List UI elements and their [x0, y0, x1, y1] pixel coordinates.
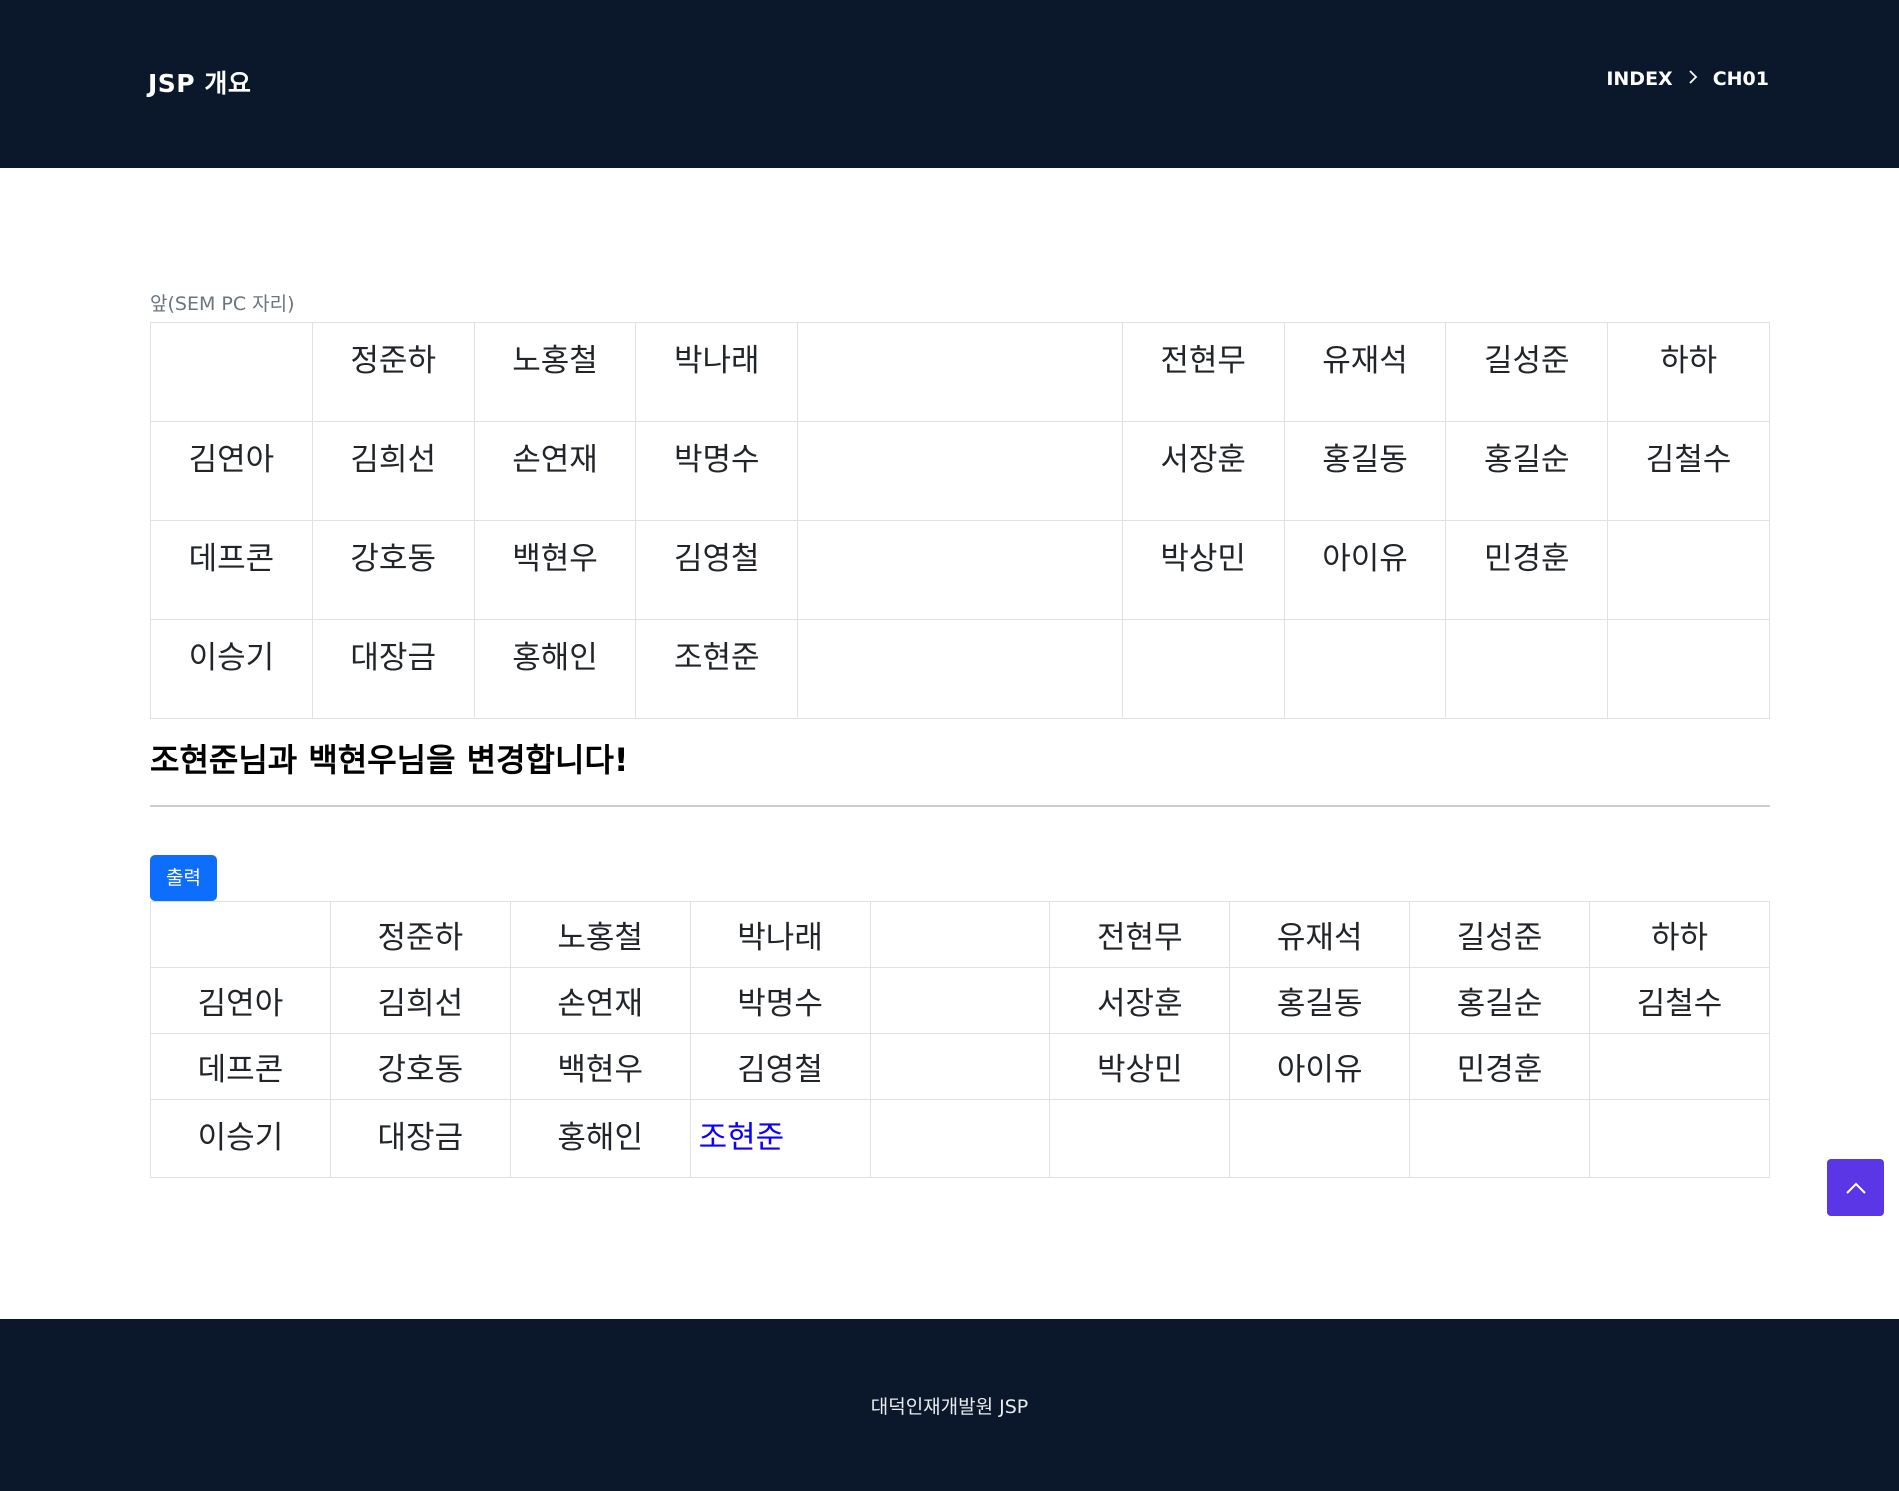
- table-row: 김연아 김희선 손연재 박명수 서장훈 홍길동 홍길순 김철수: [150, 967, 1770, 1034]
- seat-aisle: [797, 520, 1123, 620]
- seat-cell: 박명수: [635, 421, 799, 521]
- seat-cell: [1229, 1099, 1411, 1178]
- seat-cell: 김철수: [1589, 967, 1770, 1034]
- seat-cell: [1409, 1099, 1590, 1178]
- seat-cell: 하하: [1589, 901, 1770, 968]
- seat-aisle: [869, 1099, 1051, 1178]
- seat-cell: [1445, 619, 1609, 719]
- seat-cell: [1121, 619, 1285, 719]
- seat-cell: 김연아: [150, 421, 313, 521]
- seat-cell: 길성준: [1409, 901, 1590, 968]
- seat-cell: [150, 322, 313, 422]
- seat-cell: 홍길동: [1283, 421, 1447, 521]
- seat-cell: [1589, 1099, 1770, 1178]
- seat-aisle: [869, 967, 1051, 1034]
- seat-cell: 김희선: [329, 967, 511, 1034]
- seat-cell: 서장훈: [1049, 967, 1231, 1034]
- seat-cell: [1283, 619, 1447, 719]
- seat-cell: 노홍철: [473, 322, 637, 422]
- seat-cell: 대장금: [329, 1099, 511, 1178]
- seat-aisle: [869, 901, 1051, 968]
- seat-cell: 이승기: [150, 619, 313, 719]
- seat-cell: 민경훈: [1409, 1033, 1590, 1100]
- seat-cell: 전현무: [1049, 901, 1231, 968]
- site-title[interactable]: JSP 개요: [148, 64, 251, 100]
- seat-cell: 박나래: [635, 322, 799, 422]
- seat-cell: 김영철: [689, 1033, 871, 1100]
- seat-cell: 아이유: [1229, 1033, 1411, 1100]
- seat-front-label: 앞(SEM PC 자리): [150, 293, 295, 315]
- seat-aisle: [797, 619, 1123, 719]
- seat-cell: 조현준: [635, 619, 799, 719]
- seat-cell: [1049, 1099, 1231, 1178]
- breadcrumb: INDEX CH01: [1606, 68, 1769, 90]
- footer-text: 대덕인재개발원 JSP: [870, 1395, 1029, 1418]
- table-row: 김연아 김희선 손연재 박명수 서장훈 홍길동 홍길순 김철수: [150, 421, 1770, 521]
- seating-table-after: 정준하 노홍철 박나래 전현무 유재석 길성준 하하김연아 김희선 손연재 박명수 서장훈 홍길동 홍길…: [150, 901, 1770, 1178]
- seat-cell: 아이유: [1283, 520, 1447, 620]
- breadcrumb-index[interactable]: INDEX: [1606, 68, 1672, 90]
- seat-cell: 백현우: [509, 1033, 691, 1100]
- seat-cell: 데프콘: [150, 520, 313, 620]
- seat-aisle: [797, 322, 1123, 422]
- table-row: 데프콘 강호동 백현우 김영철 박상민 아이유 민경훈: [150, 1033, 1770, 1100]
- seat-cell: 정준하: [311, 322, 475, 422]
- seat-cell: 홍길동: [1229, 967, 1411, 1034]
- swap-notice: 조현준님과 백현우님을 변경합니다!: [150, 741, 629, 779]
- seat-cell: [1607, 520, 1770, 620]
- table-row: 정준하 노홍철 박나래 전현무 유재석 길성준 하하: [150, 322, 1770, 422]
- seat-cell: 김영철: [635, 520, 799, 620]
- seat-cell: 박상민: [1049, 1033, 1231, 1100]
- seat-cell: 홍길순: [1445, 421, 1609, 521]
- divider: [150, 805, 1770, 807]
- seat-cell: [1589, 1033, 1770, 1100]
- seat-cell: 김연아: [150, 967, 331, 1034]
- chevron-up-icon: [1845, 1182, 1866, 1194]
- seat-cell: 김철수: [1607, 421, 1770, 521]
- seat-cell: 김희선: [311, 421, 475, 521]
- seat-cell: 하하: [1607, 322, 1770, 422]
- seat-cell: [150, 901, 331, 968]
- seat-cell: 민경훈: [1445, 520, 1609, 620]
- seat-cell: 손연재: [473, 421, 637, 521]
- seat-cell: 손연재: [509, 967, 691, 1034]
- table-row: 이승기 대장금 홍해인 조현준: [150, 619, 1770, 719]
- seat-cell: 유재석: [1229, 901, 1411, 968]
- chevron-right-icon: [1687, 69, 1699, 90]
- seat-cell: 홍해인: [473, 619, 637, 719]
- seat-cell: 이승기: [150, 1099, 331, 1178]
- seat-cell: 박상민: [1121, 520, 1285, 620]
- seat-cell: 정준하: [329, 901, 511, 968]
- seating-table-before: 정준하 노홍철 박나래 전현무 유재석 길성준 하하김연아 김희선 손연재 박명수 서장훈 홍길동 홍길…: [150, 322, 1770, 719]
- seat-cell: 노홍철: [509, 901, 691, 968]
- seat-cell: 서장훈: [1121, 421, 1285, 521]
- seat-cell: 강호동: [329, 1033, 511, 1100]
- seat-aisle: [869, 1033, 1051, 1100]
- seat-cell: 유재석: [1283, 322, 1447, 422]
- table-row: 이승기 대장금 홍해인 조현준: [150, 1099, 1770, 1178]
- site-footer: 대덕인재개발원 JSP: [0, 1319, 1899, 1491]
- seat-cell: 백현우: [473, 520, 637, 620]
- table-row: 정준하 노홍철 박나래 전현무 유재석 길성준 하하: [150, 901, 1770, 968]
- print-button[interactable]: 출력: [150, 855, 217, 901]
- seat-cell: 홍해인: [509, 1099, 691, 1178]
- site-header: JSP 개요 INDEX CH01: [0, 0, 1899, 168]
- seat-cell: 전현무: [1121, 322, 1285, 422]
- seat-cell: [1607, 619, 1770, 719]
- seat-cell: 박나래: [689, 901, 871, 968]
- seat-cell: 길성준: [1445, 322, 1609, 422]
- main-content: 앞(SEM PC 자리) 정준하 노홍철 박나래 전현무 유재석 길성준 하하 김연아 김희선 손…: [150, 290, 1770, 1178]
- breadcrumb-ch01[interactable]: CH01: [1713, 68, 1769, 90]
- seat-cell: 박명수: [689, 967, 871, 1034]
- seat-cell: 데프콘: [150, 1033, 331, 1100]
- seat-cell: 강호동: [311, 520, 475, 620]
- seat-aisle: [797, 421, 1123, 521]
- seat-cell: 홍길순: [1409, 967, 1590, 1034]
- table-row: 데프콘 강호동 백현우 김영철 박상민 아이유 민경훈: [150, 520, 1770, 620]
- seat-cell: 조현준: [689, 1099, 871, 1178]
- seat-cell: 대장금: [311, 619, 475, 719]
- scroll-to-top-button[interactable]: [1827, 1159, 1884, 1216]
